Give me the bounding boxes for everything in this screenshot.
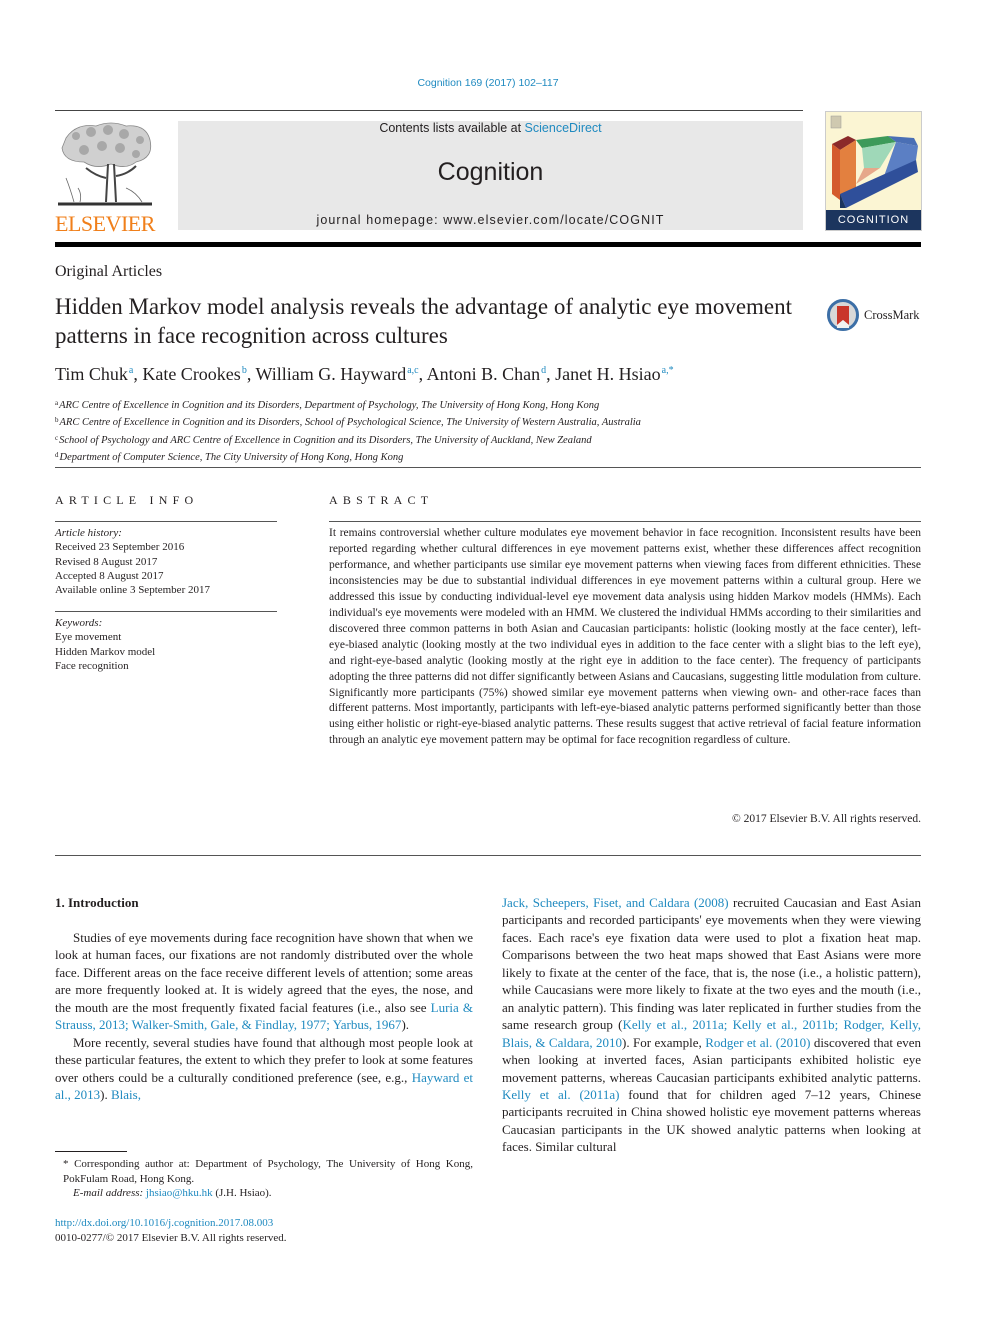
- article-history: Article history: Received 23 September 2…: [55, 526, 210, 597]
- citation-link[interactable]: Blais,: [111, 1087, 141, 1102]
- author-separator: ,: [246, 364, 256, 384]
- history-label: Article history:: [55, 527, 122, 539]
- author-name[interactable]: Tim Chuk: [55, 364, 128, 384]
- affiliation-item: aARC Centre of Excellence in Cognition a…: [55, 396, 641, 413]
- crossmark-icon: [827, 299, 859, 331]
- citation-link[interactable]: Kelly et al. (2011a): [502, 1087, 619, 1102]
- article-title: Hidden Markov model analysis reveals the…: [55, 294, 793, 348]
- elsevier-logo[interactable]: ELSEVIER: [54, 118, 156, 236]
- author-list: Tim Chuka, Kate Crookesb, William G. Hay…: [55, 364, 674, 385]
- doi-block: http://dx.doi.org/10.1016/j.cognition.20…: [55, 1216, 287, 1245]
- paragraph-text: recruited Caucasian and East Asian parti…: [502, 895, 921, 1033]
- journal-homepage-link[interactable]: journal homepage: www.elsevier.com/locat…: [178, 213, 803, 227]
- history-item: Received 23 September 2016: [55, 541, 185, 554]
- contents-availability: Contents lists available at ScienceDirec…: [178, 121, 803, 135]
- citation-link[interactable]: Jack, Scheepers, Fiset, and Caldara (200…: [502, 895, 729, 910]
- journal-masthead: Contents lists available at ScienceDirec…: [178, 121, 803, 230]
- issn-copyright: 0010-0277/© 2017 Elsevier B.V. All right…: [55, 1231, 287, 1244]
- affiliation-key: b: [55, 416, 59, 425]
- body-column-right: Jack, Scheepers, Fiset, and Caldara (200…: [502, 894, 921, 1156]
- elsevier-wordmark: ELSEVIER: [55, 211, 155, 236]
- paragraph-text: More recently, several studies have foun…: [55, 1034, 473, 1085]
- article-info-divider: [55, 521, 277, 522]
- email-line: E-mail address: jhsiao@hku.hk (J.H. Hsia…: [55, 1186, 473, 1201]
- affiliation-key: d: [55, 450, 59, 459]
- article-section-label: Original Articles: [55, 263, 163, 280]
- footnote-divider: [55, 1151, 127, 1152]
- history-item: Revised 8 August 2017: [55, 555, 158, 568]
- history-item: Accepted 8 August 2017: [55, 569, 164, 582]
- abstract-divider: [329, 521, 921, 522]
- body-paragraph: Jack, Scheepers, Fiset, and Caldara (200…: [502, 894, 921, 1156]
- header-thick-divider: [55, 242, 921, 247]
- affiliation-item: bARC Centre of Excellence in Cognition a…: [55, 413, 641, 430]
- affiliations-divider: [55, 467, 921, 468]
- abstract-copyright: © 2017 Elsevier B.V. All rights reserved…: [732, 813, 921, 825]
- front-matter-divider: [55, 855, 921, 856]
- affiliation-marker[interactable]: a,c: [407, 365, 418, 376]
- author-separator: ,: [133, 364, 143, 384]
- affiliation-text: School of Psychology and ARC Centre of E…: [59, 434, 592, 446]
- body-column-left: Studies of eye movements during face rec…: [55, 929, 473, 1104]
- keywords-divider: [55, 611, 277, 612]
- crossmark-label: CrossMark: [864, 308, 920, 322]
- elsevier-tree-icon: [56, 118, 154, 210]
- doi-link[interactable]: http://dx.doi.org/10.1016/j.cognition.20…: [55, 1217, 273, 1229]
- author-name[interactable]: Kate Crookes: [142, 364, 240, 384]
- affiliation-text: ARC Centre of Excellence in Cognition an…: [59, 400, 600, 411]
- article-info-heading: ARTICLE INFO: [55, 493, 199, 507]
- keyword-item: Eye movement: [55, 631, 122, 644]
- sciencedirect-link[interactable]: ScienceDirect: [525, 121, 602, 135]
- paragraph-text: ).: [401, 1017, 410, 1033]
- cover-label: COGNITION: [826, 210, 921, 230]
- paragraph-text: ).: [100, 1087, 111, 1103]
- cognition-cover-art-icon: [830, 115, 918, 208]
- abstract-heading: ABSTRACT: [329, 493, 434, 507]
- footnote: * Corresponding author at: Department of…: [55, 1157, 473, 1201]
- affiliation-marker[interactable]: a,*: [662, 365, 674, 376]
- affiliation-item: dDepartment of Computer Science, The Cit…: [55, 448, 641, 465]
- keyword-item: Face recognition: [55, 659, 129, 672]
- paragraph-text: ). For example,: [622, 1034, 706, 1050]
- email-label: E-mail address:: [73, 1187, 146, 1200]
- introduction-heading: 1. Introduction: [55, 895, 139, 910]
- body-paragraph: Studies of eye movements during face rec…: [55, 929, 473, 1034]
- journal-citation-link[interactable]: Cognition 169 (2017) 102–117: [0, 77, 976, 89]
- author-name[interactable]: William G. Hayward: [256, 364, 407, 384]
- keywords-label: Keywords:: [55, 617, 103, 629]
- contents-prefix: Contents lists available at: [379, 121, 525, 135]
- author-separator: ,: [418, 364, 427, 384]
- keyword-item: Hidden Markov model: [55, 645, 156, 658]
- abstract-text: It remains controversial whether culture…: [329, 527, 921, 747]
- history-item: Available online 3 September 2017: [55, 584, 210, 597]
- affiliation-list: aARC Centre of Excellence in Cognition a…: [55, 396, 641, 465]
- affiliation-text: ARC Centre of Excellence in Cognition an…: [59, 417, 641, 429]
- affiliation-item: cSchool of Psychology and ARC Centre of …: [55, 431, 641, 448]
- author-name[interactable]: Antoni B. Chan: [427, 364, 541, 384]
- body-paragraph: More recently, several studies have foun…: [55, 1034, 473, 1104]
- affiliation-text: Department of Computer Science, The City…: [59, 451, 404, 463]
- affiliation-key: c: [55, 433, 59, 442]
- affiliation-key: a: [55, 399, 59, 407]
- citation-link[interactable]: Rodger et al. (2010): [705, 1035, 810, 1050]
- author-separator: ,: [546, 364, 556, 384]
- author-name[interactable]: Janet H. Hsiao: [555, 364, 660, 384]
- journal-title: Cognition: [437, 158, 544, 186]
- crossmark-button[interactable]: CrossMark: [826, 298, 926, 334]
- corresponding-author-note: * Corresponding author at: Department of…: [63, 1158, 473, 1185]
- email-link[interactable]: jhsiao@hku.hk: [146, 1187, 213, 1199]
- journal-cover-image[interactable]: COGNITION: [825, 111, 922, 231]
- keywords: Keywords: Eye movement Hidden Markov mod…: [55, 616, 155, 673]
- paragraph-text: Studies of eye movements during face rec…: [55, 930, 473, 1015]
- email-suffix: (J.H. Hsiao).: [212, 1187, 272, 1200]
- header-divider: [55, 110, 803, 111]
